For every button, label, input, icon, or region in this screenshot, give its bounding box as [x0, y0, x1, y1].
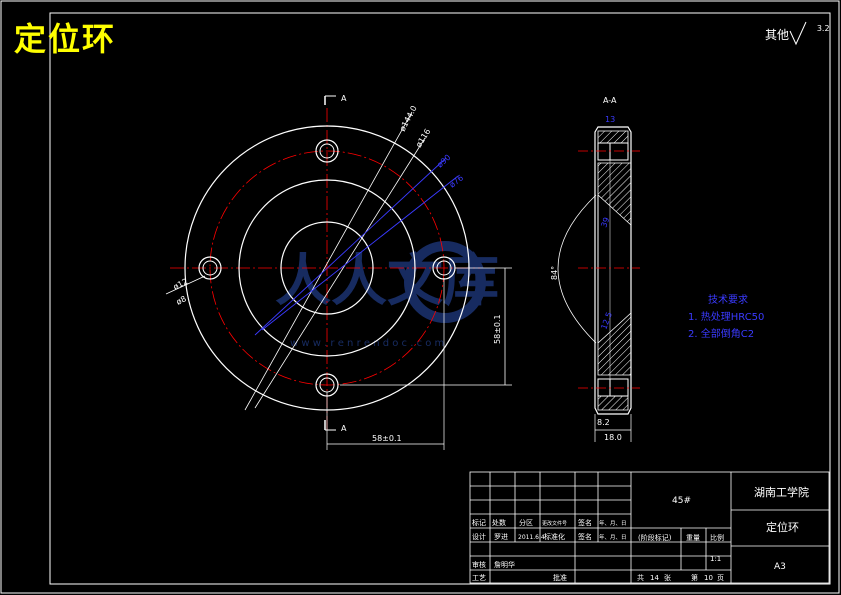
tb-sheets-total: 14: [650, 574, 659, 582]
tech-item-2: 2. 全部倒角C2: [688, 329, 755, 340]
watermark-url: w w w . r e n r e n d o c . c o m: [290, 338, 444, 349]
title-block-text: 标记 处数 分区 更改文件号 签名 年、月、日 设计 罗进 2011.6.4 标…: [472, 485, 809, 582]
dim-13: 13: [605, 115, 615, 124]
dim-12-5: 12.5: [599, 311, 614, 331]
dim-58-vertical: 58±0.1: [493, 314, 502, 344]
tb-sheet-no: 10: [704, 574, 713, 582]
section-view: A-A 84° 13 39 12.5 8.2 18.0: [550, 96, 640, 442]
section-mark-top: A: [341, 94, 347, 103]
tb-review: 审核: [472, 560, 486, 569]
tech-item-1: 1. 热处理HRC50: [688, 312, 765, 323]
hatch-upper: [597, 162, 632, 226]
tb-scale-label: 比例: [710, 533, 724, 542]
tb-scale-value: 1:1: [710, 555, 721, 563]
angle-arc: [557, 194, 597, 344]
dim-phi116: ø116: [414, 127, 432, 149]
dim-39: 39: [599, 216, 611, 229]
tb-standard: 标准化: [544, 532, 565, 541]
tech-requirements: 技术要求 1. 热处理HRC50 2. 全部倒角C2: [688, 292, 764, 343]
tb-size: A3: [774, 562, 786, 572]
dim-phi76: ø76: [448, 173, 465, 189]
tb-design-date: 2011.6.4: [518, 534, 545, 541]
section-mark-bottom: A: [341, 424, 347, 433]
watermark-text: 人人文库: [275, 249, 499, 314]
tb-sheet-label: 张: [664, 573, 671, 582]
dim-8-2: 8.2: [597, 418, 610, 427]
tb-sign: 签名: [578, 518, 592, 527]
dim-phi144: ø144.0: [398, 104, 419, 133]
tb-count: 处数: [492, 518, 506, 527]
section-view-label: A-A: [603, 96, 617, 105]
tb-sign-2: 签名: [578, 532, 592, 541]
tb-date-2: 年、月、日: [599, 533, 627, 541]
tb-change-doc: 更改文件号: [542, 520, 567, 527]
tb-weight: 重量: [686, 534, 700, 542]
tech-title: 技术要求: [708, 295, 748, 306]
dim-angle-84: 84°: [550, 266, 559, 280]
tb-approve: 批准: [553, 573, 567, 582]
tb-stage: (阶段标记): [638, 533, 672, 542]
tb-design: 设计: [472, 532, 486, 541]
hatch-bottom: [597, 395, 629, 411]
tb-zone: 分区: [519, 518, 533, 527]
tb-designer: 罗进: [494, 533, 508, 541]
tb-sheet-no-unit: 页: [717, 574, 724, 582]
tb-sheet-no-label: 第: [691, 573, 698, 582]
tb-sheets-total-label: 共: [637, 573, 644, 582]
dim-18: 18.0: [604, 433, 622, 442]
tb-reviewer: 詹明华: [494, 560, 515, 569]
roughness-note: 其他 3.2: [765, 24, 830, 43]
hatch-top: [597, 130, 629, 144]
tb-part-name: 定位环: [766, 520, 799, 534]
dim-phi90: ø90: [435, 153, 452, 170]
roughness-label: 其他: [765, 28, 790, 42]
drawing-title: 定位环: [14, 20, 117, 58]
dim-58-horizontal: 58±0.1: [372, 434, 402, 443]
tb-date: 年、月、日: [599, 519, 627, 527]
roughness-value: 3.2: [816, 24, 830, 33]
tb-process: 工艺: [472, 574, 486, 582]
dim-phi8: ø8: [175, 294, 188, 307]
tb-mark: 标记: [472, 518, 486, 527]
tb-school: 湖南工学院: [754, 485, 809, 499]
tb-material: 45#: [672, 496, 691, 506]
